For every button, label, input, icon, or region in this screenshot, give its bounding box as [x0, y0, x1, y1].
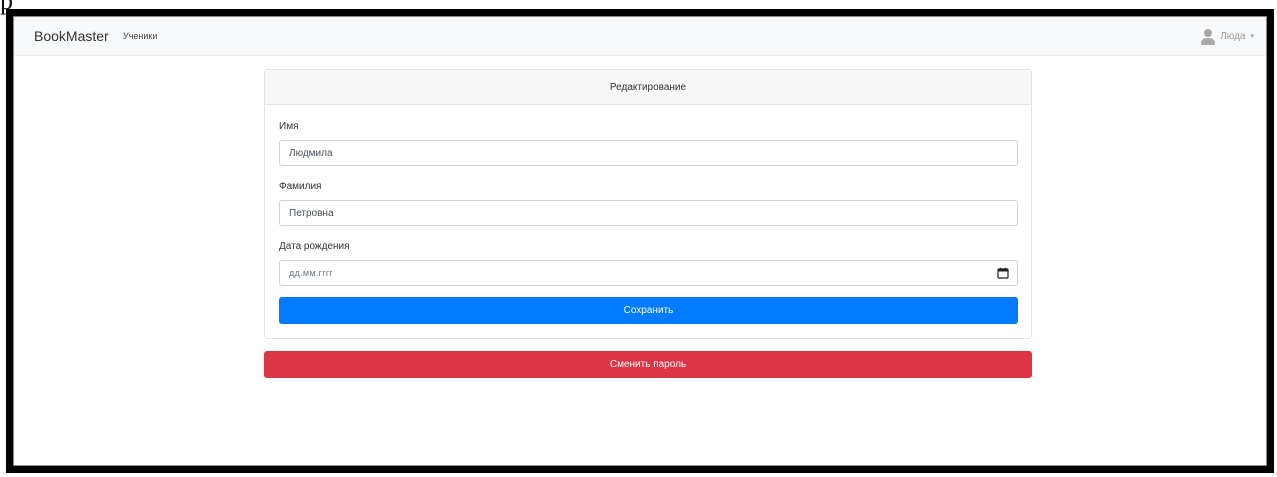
first-name-input[interactable] — [279, 140, 1018, 166]
last-name-input[interactable] — [279, 200, 1018, 226]
brand-link[interactable]: BookMaster — [34, 28, 109, 44]
user-name: Люда — [1220, 30, 1246, 42]
edit-card: Редактирование Имя Фамилия Дата рождения… — [264, 69, 1032, 339]
change-password-button[interactable]: Сменить пароль — [264, 351, 1032, 378]
birth-date-label: Дата рождения — [279, 241, 350, 252]
birth-date-input[interactable]: дд.мм.гггг — [279, 260, 1018, 286]
navbar: BookMaster Ученики Люда ▾ — [14, 17, 1266, 56]
browser-viewport: BookMaster Ученики Люда ▾ Редактирование… — [13, 16, 1267, 466]
save-button[interactable]: Сохранить — [279, 297, 1018, 324]
first-name-label: Имя — [279, 121, 299, 132]
user-icon — [1201, 28, 1216, 45]
card-header: Редактирование — [265, 70, 1031, 105]
last-name-label: Фамилия — [279, 181, 322, 192]
nav-link-students[interactable]: Ученики — [123, 31, 157, 41]
caret-down-icon: ▾ — [1250, 33, 1254, 40]
screenshot-frame: BookMaster Ученики Люда ▾ Редактирование… — [6, 9, 1274, 473]
user-menu-toggle[interactable]: Люда ▾ — [1201, 26, 1254, 46]
birth-date-placeholder: дд.мм.гггг — [289, 268, 334, 278]
calendar-icon[interactable] — [997, 267, 1009, 279]
